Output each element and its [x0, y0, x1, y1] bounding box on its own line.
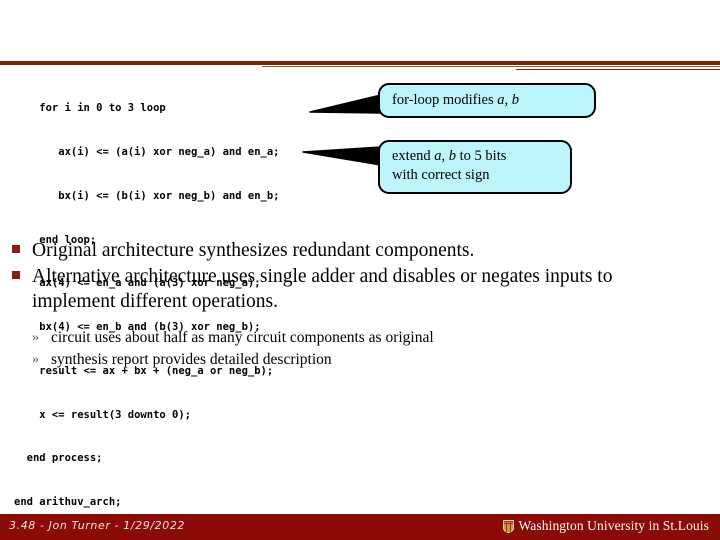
shield-crest-icon — [502, 519, 514, 533]
code-line: ax(i) <= (a(i) xor neg_a) and en_a; — [14, 145, 280, 158]
guillemet-bullet-icon: » — [32, 330, 39, 345]
callout-text-prefix: extend — [392, 148, 435, 164]
code-line: bx(i) <= (b(i) xor neg_b) and en_b; — [14, 189, 280, 202]
callout-var-b: b — [511, 92, 519, 108]
square-bullet-icon — [10, 238, 32, 263]
bullet-list: Original architecture synthesizes redund… — [10, 238, 710, 371]
list-item-label: Alternative architecture uses single add… — [32, 266, 613, 312]
callout-line-1: extend a, b to 5 bits — [392, 147, 570, 166]
guillemet-bullet-icon: » — [32, 352, 39, 367]
header-rule-primary — [0, 61, 720, 65]
callout-sep: , — [441, 148, 449, 164]
sub-list-item: » circuit uses about half as many circui… — [32, 327, 710, 349]
code-line: end process; — [14, 452, 103, 465]
footer-slide-info: 3.48 - Jon Turner - 1/29/2022 — [9, 519, 186, 532]
sub-list-item-label: synthesis report provides detailed descr… — [51, 351, 332, 368]
sub-list-item: » synthesis report provides detailed des… — [32, 349, 710, 371]
callout-var-b: b — [448, 148, 457, 164]
for-loop-callout: for-loop modifies a, b — [378, 83, 596, 118]
list-item: Original architecture synthesizes redund… — [10, 238, 710, 263]
callout-text-suffix: to 5 bits — [456, 148, 507, 164]
list-item: Alternative architecture uses single add… — [10, 264, 710, 314]
sub-list-item-label: circuit uses about half as many circuit … — [51, 329, 434, 346]
code-line: for i in 0 to 3 loop — [14, 102, 166, 115]
list-item-label: Original architecture synthesizes redund… — [32, 240, 475, 261]
slide-canvas: for i in 0 to 3 loop ax(i) <= (a(i) xor … — [0, 0, 720, 540]
callout-var-a: a — [434, 148, 442, 164]
footer-branding: Washington University in St.Louis — [502, 518, 709, 534]
code-line: end arithuv_arch; — [14, 496, 122, 509]
square-bullet-icon — [10, 264, 32, 289]
callout-text-prefix: for-loop modifies — [392, 92, 498, 108]
sign-extend-callout: extend a, b to 5 bits with correct sign — [378, 140, 572, 194]
code-line: x <= result(3 downto 0); — [14, 408, 192, 421]
callout-line-2: with correct sign — [392, 167, 490, 183]
university-name: Washington University in St.Louis — [518, 518, 709, 533]
header-rule-tertiary — [516, 69, 720, 70]
callout-sep: , — [504, 92, 512, 108]
header-rule-secondary — [262, 66, 720, 67]
